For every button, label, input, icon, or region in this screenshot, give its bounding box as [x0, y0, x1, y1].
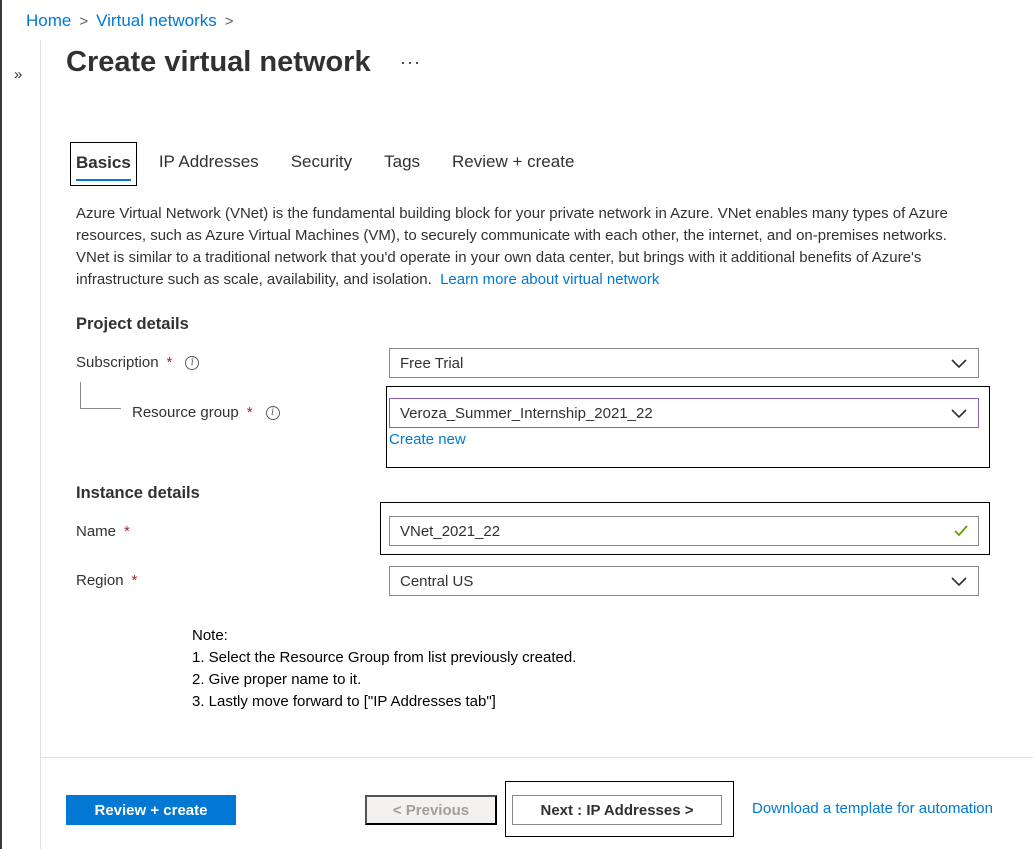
panel-divider — [40, 40, 41, 849]
name-label: Name * — [76, 523, 130, 540]
region-dropdown[interactable]: Central US — [389, 566, 979, 596]
subscription-value: Free Trial — [400, 354, 464, 372]
required-marker: * — [131, 572, 138, 589]
note-line: 1. Select the Resource Group from list p… — [192, 649, 577, 666]
chevron-down-icon — [951, 577, 967, 587]
tab-label: IP Addresses — [158, 152, 259, 171]
info-icon[interactable]: i — [185, 355, 200, 370]
breadcrumb: Home > Virtual networks > — [26, 11, 234, 31]
required-marker: * — [166, 354, 173, 371]
annotation-note: Note: 1. Select the Resource Group from … — [192, 625, 576, 713]
chevron-down-icon — [951, 359, 967, 369]
breadcrumb-virtual-networks[interactable]: Virtual networks — [96, 11, 217, 31]
resource-group-label: Resource group * i — [132, 404, 280, 421]
tab-label: Review + create — [452, 152, 575, 171]
breadcrumb-separator: > — [224, 12, 234, 30]
subscription-label: Subscription * i — [76, 354, 200, 371]
tree-connector — [80, 382, 81, 409]
tab-basics[interactable]: Basics — [70, 142, 137, 186]
chevron-down-icon — [951, 409, 967, 419]
tab-label: Security — [290, 152, 353, 171]
tab-tags[interactable]: Tags — [384, 142, 420, 172]
more-options-icon[interactable]: ··· — [400, 52, 421, 73]
resource-group-value: Veroza_Summer_Internship_2021_22 — [400, 404, 653, 422]
checkmark-icon — [954, 525, 968, 537]
expand-menu-icon[interactable]: » — [14, 66, 22, 83]
tab-label: Tags — [384, 152, 421, 171]
review-create-button[interactable]: Review + create — [66, 795, 236, 825]
tab-label: Basics — [76, 153, 131, 172]
instance-details-header: Instance details — [76, 484, 200, 502]
note-title: Note: — [192, 627, 228, 644]
tab-ip-addresses[interactable]: IP Addresses — [159, 142, 259, 172]
download-template-link[interactable]: Download a template for automation — [752, 800, 993, 817]
tab-bar: Basics IP Addresses Security Tags Review… — [70, 142, 606, 190]
region-label: Region * — [76, 572, 137, 589]
name-label-text: Name — [76, 523, 117, 540]
project-details-header: Project details — [76, 315, 189, 333]
breadcrumb-home[interactable]: Home — [26, 11, 71, 31]
resource-group-dropdown[interactable]: Veroza_Summer_Internship_2021_22 — [389, 398, 979, 428]
create-new-resource-group-link[interactable]: Create new — [389, 431, 466, 448]
subscription-label-text: Subscription — [76, 354, 159, 371]
breadcrumb-separator: > — [79, 12, 89, 30]
note-line: 3. Lastly move forward to ["IP Addresses… — [192, 693, 496, 710]
footer-divider — [40, 757, 1033, 758]
description-text: Azure Virtual Network (VNet) is the fund… — [76, 203, 976, 291]
name-input[interactable]: VNet_2021_22 — [389, 516, 979, 546]
tab-review-create[interactable]: Review + create — [452, 142, 574, 172]
region-value: Central US — [400, 572, 474, 590]
resource-group-label-text: Resource group — [132, 404, 239, 421]
subscription-dropdown[interactable]: Free Trial — [389, 348, 979, 378]
tree-connector — [80, 408, 121, 409]
learn-more-link[interactable]: Learn more about virtual network — [440, 271, 659, 288]
required-marker: * — [246, 404, 253, 421]
previous-button[interactable]: < Previous — [365, 795, 497, 825]
tab-security[interactable]: Security — [291, 142, 352, 172]
note-line: 2. Give proper name to it. — [192, 671, 362, 688]
name-value: VNet_2021_22 — [400, 522, 501, 540]
page-title: Create virtual network — [66, 46, 371, 78]
info-icon[interactable]: i — [265, 405, 280, 420]
window-edge — [0, 0, 2, 849]
active-tab-indicator — [76, 179, 131, 181]
next-ip-addresses-button[interactable]: Next : IP Addresses > — [512, 795, 722, 825]
region-label-text: Region — [76, 572, 124, 589]
required-marker: * — [124, 523, 130, 540]
